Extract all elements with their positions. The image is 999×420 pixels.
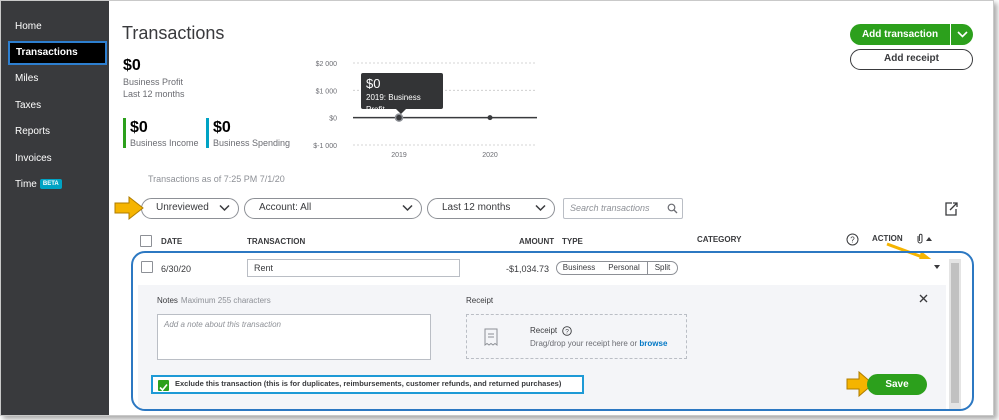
notes-label: Notes Maximum 255 characters bbox=[157, 296, 271, 305]
receipt-instructions: Drag/drop your receipt here or browse bbox=[530, 339, 667, 348]
chart-tooltip: $0 2019: Business Profit bbox=[361, 73, 443, 114]
add-transaction-label: Add transaction bbox=[861, 29, 939, 40]
income-value: $0 bbox=[130, 119, 148, 136]
notes-hint: Maximum 255 characters bbox=[180, 296, 271, 305]
add-receipt-button[interactable]: Add receipt bbox=[850, 49, 973, 70]
spending-value: $0 bbox=[213, 119, 231, 136]
period-filter-value: Last 12 months bbox=[442, 202, 511, 213]
sidebar-item-miles[interactable]: Miles bbox=[1, 67, 109, 91]
period-filter[interactable]: Last 12 months bbox=[427, 198, 555, 219]
type-personal-button[interactable]: Personal bbox=[601, 261, 648, 275]
exclude-transaction-option[interactable]: Exclude this transaction (this is for du… bbox=[151, 375, 584, 394]
income-indicator bbox=[123, 118, 126, 148]
notes-label-text: Notes bbox=[157, 296, 178, 305]
search-input[interactable]: Search transactions bbox=[563, 198, 683, 219]
y-tick-label: $-1 000 bbox=[313, 143, 337, 150]
status-filter[interactable]: Unreviewed bbox=[141, 198, 239, 219]
receipt-label: Receipt bbox=[466, 296, 494, 305]
column-header-category[interactable]: CATEGORY bbox=[697, 235, 741, 244]
sidebar-item-label: Home bbox=[15, 21, 42, 32]
row-checkbox[interactable] bbox=[141, 261, 153, 273]
sidebar-item-label: Miles bbox=[15, 73, 39, 84]
svg-text:?: ? bbox=[566, 329, 570, 336]
sidebar-item-taxes[interactable]: Taxes bbox=[1, 94, 109, 118]
sidebar: Home Transactions Miles Taxes Reports In… bbox=[1, 1, 109, 415]
chevron-down-icon bbox=[535, 204, 546, 212]
column-header-amount[interactable]: AMOUNT bbox=[519, 237, 554, 246]
sidebar-item-transactions[interactable]: Transactions bbox=[8, 41, 107, 65]
type-business-button[interactable]: Business bbox=[556, 261, 602, 275]
transaction-value: Rent bbox=[254, 263, 274, 273]
exclude-checkbox[interactable] bbox=[158, 380, 169, 392]
sidebar-item-reports[interactable]: Reports bbox=[1, 120, 109, 144]
help-icon[interactable]: ? bbox=[562, 326, 573, 336]
page-title: Transactions bbox=[122, 23, 225, 43]
sidebar-item-label: Time bbox=[15, 179, 37, 190]
save-button[interactable]: Save bbox=[867, 374, 927, 395]
browse-link[interactable]: browse bbox=[639, 339, 667, 348]
sidebar-item-time[interactable]: Time BETA bbox=[1, 173, 109, 197]
checkmark-icon bbox=[159, 383, 168, 392]
search-icon bbox=[667, 203, 678, 214]
sidebar-item-label: Transactions bbox=[16, 47, 78, 58]
row-date: 6/30/20 bbox=[161, 264, 192, 274]
add-transaction-button[interactable]: Add transaction bbox=[850, 24, 973, 45]
profit-label: Business Profit bbox=[123, 77, 184, 87]
spending-indicator bbox=[206, 118, 209, 148]
sidebar-item-label: Reports bbox=[15, 126, 51, 137]
account-filter[interactable]: Account: All bbox=[244, 198, 422, 219]
x-tick-label: 2020 bbox=[482, 152, 498, 159]
account-filter-value: Account: All bbox=[259, 202, 312, 213]
help-icon[interactable]: ? bbox=[846, 233, 859, 246]
chevron-down-icon bbox=[957, 31, 968, 38]
as-of-text: Transactions as of 7:25 PM 7/1/20 bbox=[148, 174, 285, 184]
transaction-input[interactable]: Rent bbox=[247, 259, 460, 277]
expand-caret-icon[interactable] bbox=[933, 264, 941, 270]
receipt-dropzone[interactable] bbox=[466, 314, 687, 359]
profit-period: Last 12 months bbox=[123, 89, 185, 99]
export-icon[interactable] bbox=[943, 201, 959, 217]
sidebar-item-label: Taxes bbox=[15, 100, 42, 111]
close-icon[interactable] bbox=[919, 294, 928, 303]
y-tick-label: $0 bbox=[329, 116, 337, 123]
scrollbar-thumb[interactable] bbox=[951, 263, 959, 403]
add-transaction-dropdown[interactable] bbox=[950, 24, 973, 45]
tooltip-value: $0 bbox=[366, 76, 381, 91]
sidebar-item-label: Invoices bbox=[15, 153, 52, 164]
column-header-type[interactable]: TYPE bbox=[562, 237, 583, 246]
column-header-transaction[interactable]: TRANSACTION bbox=[247, 237, 305, 246]
scrollbar[interactable] bbox=[949, 259, 961, 409]
notes-field[interactable]: Add a note about this transaction bbox=[157, 314, 431, 360]
row-amount: -$1,034.73 bbox=[506, 264, 550, 274]
beta-badge: BETA bbox=[39, 179, 62, 190]
select-all-checkbox[interactable] bbox=[140, 235, 152, 247]
type-split-button[interactable]: Split bbox=[647, 261, 678, 275]
exclude-label: Exclude this transaction (this is for du… bbox=[175, 379, 562, 388]
receipt-title: Receipt ? bbox=[530, 326, 573, 336]
y-tick-label: $2 000 bbox=[316, 61, 338, 68]
status-filter-value: Unreviewed bbox=[156, 202, 209, 213]
sidebar-item-home[interactable]: Home bbox=[1, 15, 109, 39]
chevron-down-icon bbox=[402, 204, 413, 212]
data-point[interactable] bbox=[487, 115, 493, 121]
column-header-date[interactable]: DATE bbox=[161, 237, 182, 246]
tooltip-label: 2019: Business Profit bbox=[366, 93, 421, 114]
chevron-down-icon bbox=[219, 204, 230, 212]
sidebar-item-invoices[interactable]: Invoices bbox=[1, 147, 109, 171]
receipt-icon bbox=[484, 328, 498, 346]
receipt-sub-text: Drag/drop your receipt here or bbox=[530, 339, 638, 348]
profit-value: $0 bbox=[123, 57, 141, 74]
y-tick-label: $1 000 bbox=[316, 88, 338, 95]
search-placeholder: Search transactions bbox=[570, 203, 650, 213]
income-label: Business Income bbox=[130, 138, 199, 148]
receipt-title-text: Receipt bbox=[530, 326, 558, 336]
arrow-annotation bbox=[114, 195, 144, 221]
x-tick-label: 2019 bbox=[391, 152, 407, 159]
svg-text:?: ? bbox=[850, 236, 855, 245]
notes-placeholder: Add a note about this transaction bbox=[164, 320, 281, 329]
app-window: Home Transactions Miles Taxes Reports In… bbox=[0, 0, 994, 416]
spending-label: Business Spending bbox=[213, 138, 291, 148]
